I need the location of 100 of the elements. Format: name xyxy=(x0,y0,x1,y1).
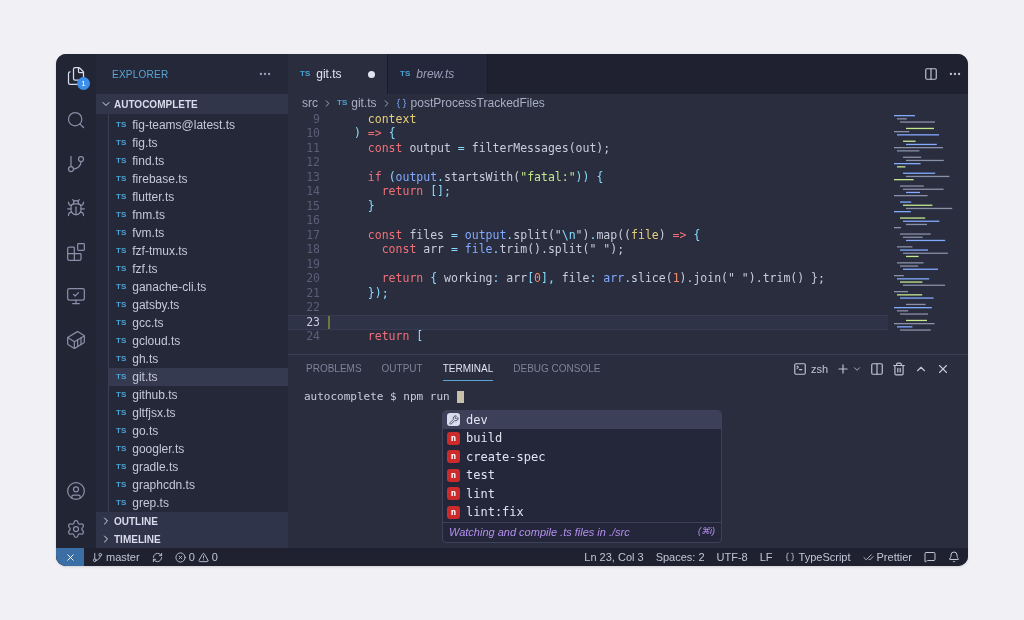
bell-icon[interactable] xyxy=(948,551,960,563)
breadcrumb-item[interactable]: TS git.ts xyxy=(337,94,377,112)
code-line: const arr = file.trim().split(" "); xyxy=(380,242,625,259)
remote-button[interactable] xyxy=(56,548,84,566)
file-item[interactable]: TS gatsby.ts xyxy=(109,296,288,314)
close-icon[interactable] xyxy=(936,362,950,376)
line-ending-status[interactable]: LF xyxy=(759,548,773,566)
branch-status[interactable]: master xyxy=(92,548,140,566)
editor-tab[interactable]: TS brew.ts xyxy=(388,54,488,94)
line-number: 24 xyxy=(305,328,321,346)
tools-icon xyxy=(447,413,460,427)
file-item[interactable]: TS ganache-cli.ts xyxy=(109,278,288,296)
file-item[interactable]: TS gh.ts xyxy=(109,350,288,368)
explorer-title: EXPLORER xyxy=(112,67,169,82)
suggestion-item[interactable]: dev xyxy=(443,410,721,429)
file-type-label: TS xyxy=(116,263,127,275)
file-item[interactable]: TS googler.ts xyxy=(109,440,288,458)
code-line: } xyxy=(366,197,375,215)
file-type-label: TS xyxy=(116,209,127,221)
file-item[interactable]: TS flutter.ts xyxy=(109,188,288,206)
file-item[interactable]: TS fig.ts xyxy=(109,134,288,152)
npm-icon: n xyxy=(447,468,460,482)
code-line: return { working: arr[0], file: arr.slice(1).join(" ").trim() }; xyxy=(380,270,825,287)
file-item[interactable]: TS fzf.ts xyxy=(109,260,288,278)
line-number: 9 xyxy=(312,112,321,128)
npm-icon: n xyxy=(447,431,460,445)
panel-tab[interactable]: TERMINAL xyxy=(442,357,494,381)
suggestion-description: Watching and compile .ts files in ./src xyxy=(449,524,630,540)
file-item[interactable]: TS grep.ts xyxy=(109,494,288,512)
add-icon[interactable] xyxy=(836,362,850,376)
chevron-icon[interactable] xyxy=(852,364,862,374)
file-item[interactable]: TS graphcdn.ts xyxy=(109,476,288,494)
file-type-label: TS xyxy=(116,461,127,473)
trash-icon[interactable] xyxy=(892,362,906,376)
error-icon xyxy=(174,551,186,563)
file-type-label: TS xyxy=(116,281,127,293)
language-status[interactable]: TypeScript xyxy=(784,548,851,566)
file-type-label: TS xyxy=(116,479,127,491)
panel-tab[interactable]: OUTPUT xyxy=(381,357,423,381)
problems-status[interactable]: 0 0 xyxy=(174,548,218,566)
section-header[interactable]: TIMELINE xyxy=(96,530,288,548)
file-item[interactable]: TS find.ts xyxy=(109,152,288,170)
split-icon[interactable] xyxy=(870,362,884,376)
npm-icon: n xyxy=(447,450,460,464)
shell-name[interactable]: zsh xyxy=(810,360,828,378)
code-line: return []; xyxy=(380,184,451,201)
file-item[interactable]: TS go.ts xyxy=(109,422,288,440)
npm-icon: n xyxy=(447,487,460,501)
suggestion-item[interactable]: n lint xyxy=(443,484,721,503)
npm-icon: n xyxy=(447,505,460,519)
file-item[interactable]: TS fnm.ts xyxy=(109,206,288,224)
indentation-status[interactable]: Spaces: 2 xyxy=(655,548,705,566)
encoding-status[interactable]: UTF-8 xyxy=(716,548,748,566)
code-line: const files = output.split("\n").map((file) => { xyxy=(366,226,701,243)
panel-tab[interactable]: PROBLEMS xyxy=(306,357,362,381)
braces-icon xyxy=(784,552,795,562)
editor-tab[interactable]: TS git.ts xyxy=(288,54,388,94)
suggestion-item[interactable]: n lint:fix xyxy=(443,503,721,522)
file-item[interactable]: TS fzf-tmux.ts xyxy=(109,242,288,260)
warning-icon xyxy=(197,551,209,563)
file-type-label: TS xyxy=(116,173,127,185)
file-type-label: TS xyxy=(116,407,127,419)
file-item[interactable]: TS gradle.ts xyxy=(109,458,288,476)
cursor-position[interactable]: Ln 23, Col 3 xyxy=(584,548,644,566)
formatter-status[interactable]: Prettier xyxy=(862,548,912,566)
settings-icon[interactable] xyxy=(65,518,87,540)
terminal-icon[interactable] xyxy=(792,362,807,376)
file-type-label: TS xyxy=(337,97,348,109)
breadcrumb-item[interactable]: postProcessTrackedFiles xyxy=(395,94,545,112)
breadcrumb-item[interactable]: src xyxy=(302,94,318,112)
file-item[interactable]: TS gltfjsx.ts xyxy=(109,404,288,422)
file-type-label: TS xyxy=(116,497,127,509)
file-item[interactable]: TS gcloud.ts xyxy=(109,332,288,350)
terminal-cursor xyxy=(456,391,464,404)
file-item[interactable]: TS gcc.ts xyxy=(109,314,288,332)
file-type-label: TS xyxy=(400,68,411,80)
code-line: return [ xyxy=(366,328,424,346)
panel-tab[interactable]: DEBUG CONSOLE xyxy=(513,357,601,381)
account-icon[interactable] xyxy=(65,480,87,502)
file-type-label: TS xyxy=(116,155,127,167)
file-item[interactable]: TS firebase.ts xyxy=(109,170,288,188)
folder-header[interactable]: AUTOCOMPLETE xyxy=(96,94,288,114)
file-item[interactable]: TS git.ts xyxy=(109,368,288,386)
suggestion-item[interactable]: n create-spec xyxy=(443,447,721,466)
section-header[interactable]: OUTLINE xyxy=(96,512,288,530)
file-type-label: TS xyxy=(116,335,127,347)
code-line: }); xyxy=(366,284,389,302)
file-type-label: TS xyxy=(116,227,127,239)
file-type-label: TS xyxy=(300,68,311,80)
file-type-label: TS xyxy=(116,191,127,203)
suggestion-item[interactable]: n test xyxy=(443,466,721,485)
split-editor-icon[interactable] xyxy=(924,67,938,81)
code-line: if (output.startsWith("fatal:")) { xyxy=(366,168,604,185)
suggestion-item[interactable]: n build xyxy=(443,429,721,448)
file-item[interactable]: TS fvm.ts xyxy=(109,224,288,242)
file-type-label: TS xyxy=(116,137,127,149)
sync-icon[interactable] xyxy=(151,551,163,563)
file-item[interactable]: TS fig-teams@latest.ts xyxy=(109,116,288,134)
file-item[interactable]: TS github.ts xyxy=(109,386,288,404)
feedback-icon[interactable] xyxy=(924,551,936,563)
